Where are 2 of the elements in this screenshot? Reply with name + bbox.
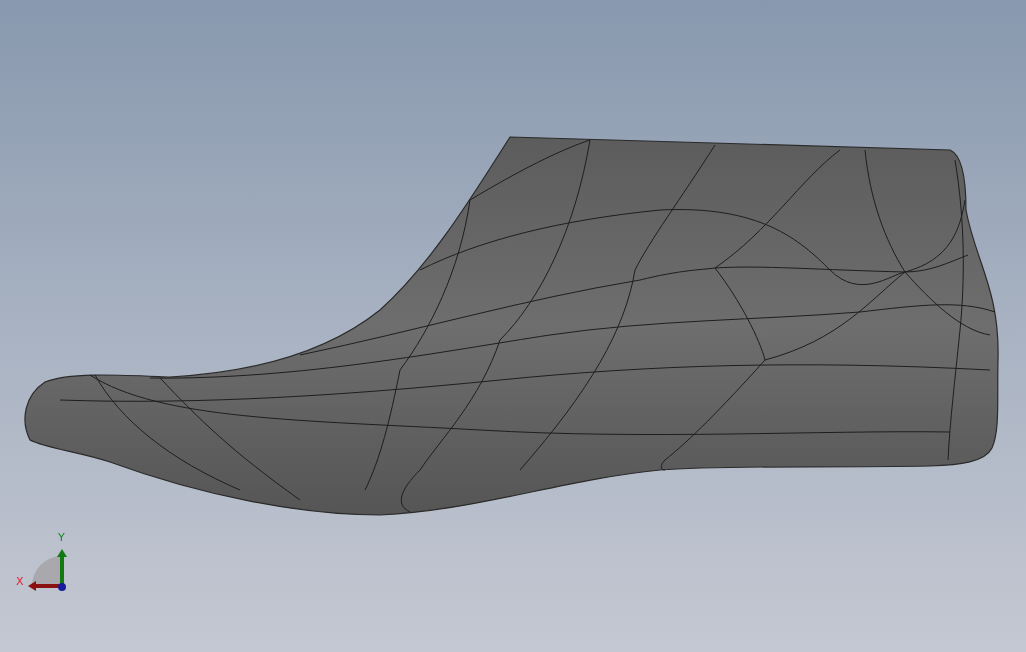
x-axis-label: X (16, 576, 24, 587)
y-axis-label: Y (58, 532, 65, 543)
